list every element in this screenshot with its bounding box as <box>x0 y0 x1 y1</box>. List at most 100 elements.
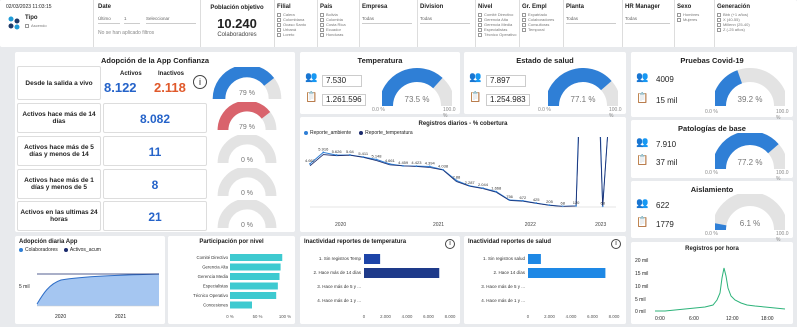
category-label: 3. Hace más de 5 y ... <box>481 284 525 289</box>
aislamiento-min: 0.0 % <box>705 231 718 237</box>
date-filter-label: Date <box>98 4 112 10</box>
year-label: 2022 <box>525 222 536 228</box>
adopcion-gauge-label: 0 % <box>240 157 254 164</box>
document-icon: 📋 <box>636 93 649 104</box>
covid-min: 0.0 % <box>705 109 718 115</box>
data-label: 425 <box>533 197 540 202</box>
generacion-option[interactable]: Z (-25 años) <box>717 27 750 32</box>
data-point <box>335 154 338 156</box>
data-point <box>309 163 311 165</box>
adopcion-row-value: 8.082 <box>139 112 171 126</box>
empresa-select[interactable]: Todas <box>362 16 412 24</box>
patologias-title: Patologías de base <box>678 124 746 133</box>
bar <box>528 268 606 278</box>
registros-hora-panel: Registros por hora 20 mil 15 mil 10 mil … <box>631 242 793 324</box>
tipo-option[interactable]: Ascendo <box>25 23 47 28</box>
covid-docs: 15 mil <box>656 96 678 105</box>
adopcion-diaria-year: 2021 <box>115 314 127 320</box>
hrmanager-select[interactable]: Todas <box>625 16 670 24</box>
pais-option[interactable]: Honduras <box>320 32 346 37</box>
registros-title: Registros diarios - % cobertura <box>418 121 508 127</box>
division-label: Division <box>420 4 444 10</box>
data-point <box>322 151 325 154</box>
data-point <box>521 199 524 202</box>
sexo-label: Sexo <box>677 4 692 10</box>
adopcion-row-value: 21 <box>148 210 162 224</box>
category-label: 2. Hace más de 14 días <box>313 270 361 275</box>
data-point <box>548 204 551 207</box>
tick-label: 4.000 <box>566 314 577 319</box>
tick-label: 100 % <box>279 314 291 319</box>
data-label: 4.394 <box>425 160 436 165</box>
data-label: 2.88 <box>452 174 461 179</box>
adopcion-gauge-label: 79 % <box>239 90 255 97</box>
date-mode-select[interactable]: Último <box>98 16 120 24</box>
people-icon: 👥 <box>305 72 318 83</box>
data-label: 672 <box>520 195 527 200</box>
adopcion-title: Adopción de la App Confianza <box>100 56 210 65</box>
registros-hora-chart <box>655 267 786 312</box>
patologias-pct: 77.2 % <box>737 158 763 167</box>
level-label: Gerencia Alta <box>202 265 228 270</box>
data-point <box>349 154 351 156</box>
adopcion-row-label-box: Activos hace más de 1 días y menos de 5 <box>17 169 101 199</box>
adopcion-row-label: Desde la salida a vivo <box>25 79 93 87</box>
bar <box>364 268 440 278</box>
aislamiento-title: Aislamiento <box>690 185 734 194</box>
registros-hora-xtick: 0:00 <box>655 316 665 322</box>
grempl-option[interactable]: Temporal <box>522 27 554 32</box>
patologias-panel: Patologías de base 👥 📋 7.910 37 mil 77.2… <box>631 120 793 182</box>
category-label: 4. Hace más de 1 y ... <box>317 298 361 303</box>
adopcion-value-box: 11 <box>103 136 207 166</box>
tick-label: 2.000 <box>544 314 555 319</box>
adopcion-diaria-ytick: 5 mil <box>19 284 30 290</box>
inactivos-label: Inactivos <box>158 71 185 77</box>
salud-people: 7.897 <box>486 75 526 87</box>
data-label: 1.668 <box>491 186 502 191</box>
nivel-option[interactable]: Técnico Operativo <box>478 32 516 37</box>
registros-hora-ytick: 10 mil <box>635 284 649 290</box>
nivel-options: Comité Directivo Gerencia Alta Gerencia … <box>478 12 516 37</box>
adopcion-value-box: 21 <box>103 201 207 231</box>
data-point <box>575 204 577 207</box>
tick-label: 6.000 <box>587 314 598 319</box>
date-count-input[interactable]: 1 <box>124 16 140 24</box>
salud-title: Estado de salud <box>516 56 574 65</box>
legend-item: Reporte_temperatura <box>359 130 413 136</box>
registros-legend: Reporte_ambiente Reporte_temperatura <box>304 130 413 136</box>
registros-hora-ytick: 5 mil <box>635 297 646 303</box>
division-select[interactable]: Todas <box>420 16 470 24</box>
date-unit-select[interactable]: Seleccionar <box>146 16 196 24</box>
data-point <box>482 187 484 190</box>
grempl-label: Gr. Empl <box>522 4 547 10</box>
registros-chart: 4.6675.9165.626 5.64 5.411 5.1484.661 4.459 4… <box>305 137 616 228</box>
participacion-panel: Participación por nivel Comité Directivo… <box>168 236 295 324</box>
activos-value: 8.122 <box>104 80 137 95</box>
inact-temp-panel: Inactividad reportes de temperatura i 1.… <box>300 236 460 324</box>
info-icon[interactable]: i <box>611 239 621 249</box>
bar <box>364 254 381 264</box>
inact-salud-panel: Inactividad reportes de salud i 1. Sin r… <box>464 236 626 324</box>
covid-pct: 39.2 % <box>737 95 763 104</box>
planta-select[interactable]: Todas <box>566 16 616 24</box>
bar <box>528 254 541 264</box>
patologias-docs: 37 mil <box>656 158 678 167</box>
info-icon[interactable]: i <box>445 239 455 249</box>
data-label: 4.038 <box>438 164 449 169</box>
data-label: 2.044 <box>478 182 489 187</box>
sexo-option[interactable]: Mujeres <box>677 17 699 22</box>
info-icon[interactable]: i <box>193 75 207 89</box>
legend-item: Reporte_ambiente <box>304 130 351 136</box>
adopcion-row-label-box: Activos hace más de 5 días y menos de 14 <box>17 136 101 166</box>
level-label: Especialistas <box>203 284 228 289</box>
generacion-label: Generación <box>717 4 751 10</box>
data-label: 68 <box>600 200 605 205</box>
hrmanager-label: HR Manager <box>625 4 661 10</box>
category-label: 3. Hace más de 5 y ... <box>317 284 361 289</box>
inact-temp-title: Inactividad reportes de temperatura <box>304 239 407 245</box>
adopcion-row-label-box: Activos en las ultimas 24 horas <box>17 201 101 231</box>
adopcion-gauge-label: 0 % <box>240 190 254 197</box>
filial-option[interactable]: Loreto <box>277 32 306 37</box>
data-label: 68 <box>561 200 566 205</box>
adopcion-diaria-chart <box>36 273 160 307</box>
